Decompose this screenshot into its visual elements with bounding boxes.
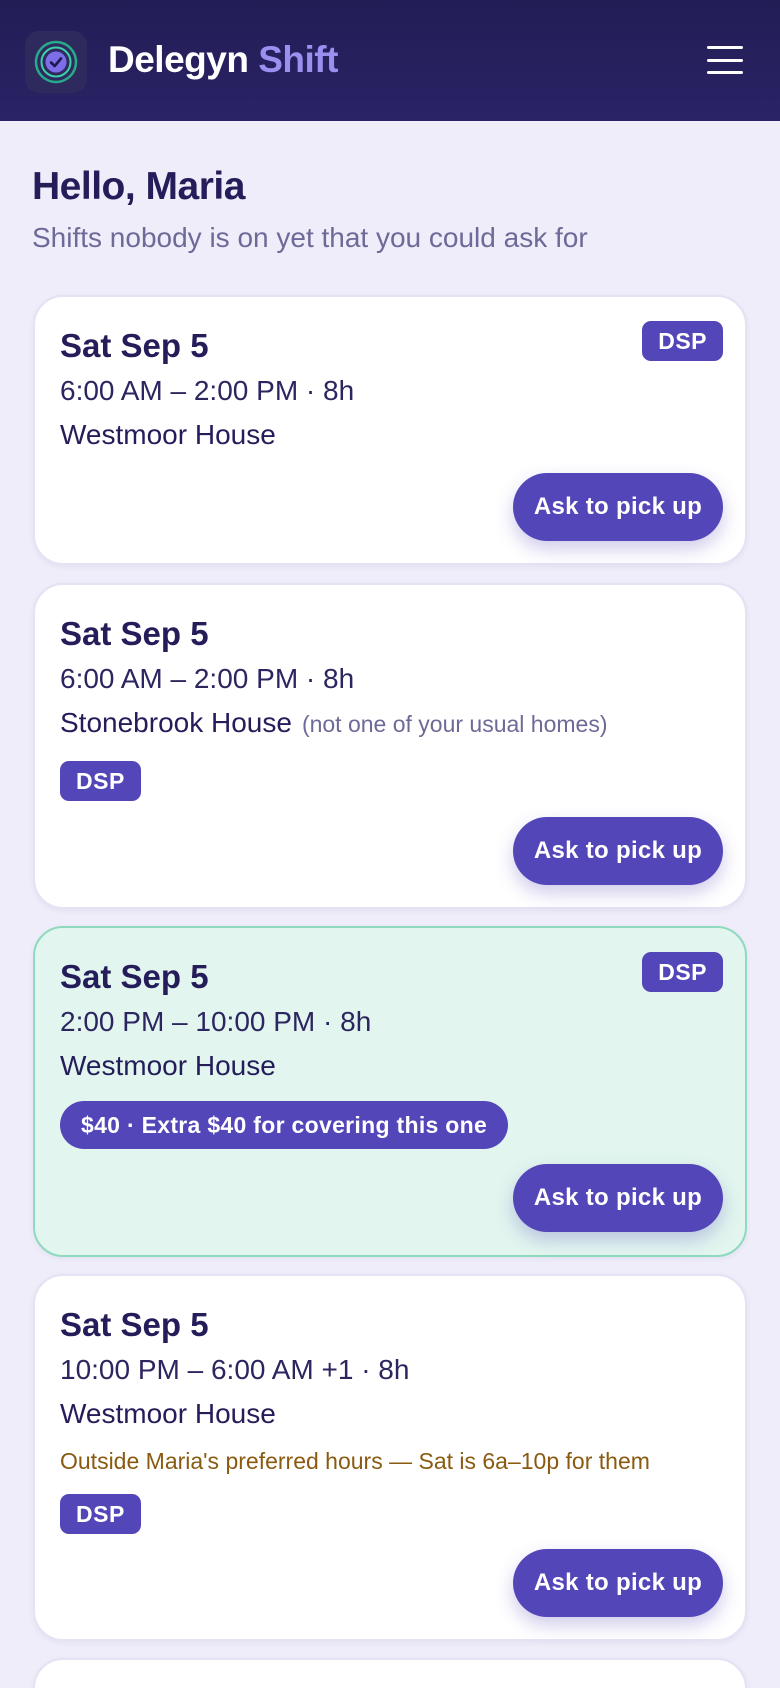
shift-date: Sat Sep 5 — [60, 958, 209, 995]
role-badge: DSP — [60, 1494, 141, 1534]
hamburger-menu-icon[interactable] — [700, 42, 750, 78]
shift-date: Sat Sep 5 — [60, 327, 209, 364]
shift-location: Westmoor House — [60, 1050, 276, 1082]
app-logo — [25, 31, 87, 93]
ask-to-pick-up-button[interactable]: Ask to pick up — [513, 1164, 723, 1232]
ask-to-pick-up-button[interactable]: Ask to pick up — [513, 473, 723, 541]
shift-time: 6:00 AM – 2:00 PM · 8h — [60, 375, 355, 406]
role-badge: DSP — [60, 761, 141, 801]
app-header: Delegyn Shift — [0, 0, 780, 121]
ask-to-pick-up-button[interactable]: Ask to pick up — [513, 817, 723, 885]
shift-card-bonus: Sat Sep 5 DSP 2:00 PM – 10:00 PM · 8h We… — [33, 926, 747, 1257]
shift-date: Sat Sep 5 — [60, 615, 209, 652]
shift-card-partial — [33, 1658, 747, 1688]
shift-time: 6:00 AM – 2:00 PM · 8h — [60, 663, 355, 694]
ask-to-pick-up-button[interactable]: Ask to pick up — [513, 1549, 723, 1617]
shift-location: Westmoor House — [60, 1398, 276, 1430]
role-badge: DSP — [642, 321, 723, 361]
shift-card: Sat Sep 5 10:00 PM – 6:00 AM +1 · 8h Wes… — [33, 1274, 747, 1641]
location-name: Stonebrook House — [60, 707, 292, 738]
page-subtitle: Shifts nobody is on yet that you could a… — [32, 222, 588, 253]
bonus-badge: $40 · Extra $40 for covering this one — [60, 1101, 509, 1149]
shift-location: Stonebrook House (not one of your usual h… — [60, 707, 608, 739]
page-title: Hello, Maria — [32, 165, 245, 208]
brand-name: Delegyn Shift — [108, 36, 338, 84]
location-name: Westmoor House — [60, 1398, 276, 1429]
preferred-hours-warning: Outside Maria's preferred hours — Sat is… — [60, 1448, 650, 1474]
shift-time: 2:00 PM – 10:00 PM · 8h — [60, 1006, 372, 1037]
location-name: Westmoor House — [60, 1050, 276, 1081]
brand-accent: Shift — [258, 39, 338, 80]
location-note: (not one of your usual homes) — [301, 711, 608, 737]
shift-card: Sat Sep 5 6:00 AM – 2:00 PM · 8h Stonebr… — [33, 583, 747, 909]
shift-card: Sat Sep 5 DSP 6:00 AM – 2:00 PM · 8h Wes… — [33, 295, 747, 565]
brand-main: Delegyn — [108, 39, 249, 80]
check-circle-icon — [34, 40, 78, 84]
location-name: Westmoor House — [60, 419, 276, 450]
shift-time: 10:00 PM – 6:00 AM +1 · 8h — [60, 1354, 410, 1385]
role-badge: DSP — [642, 952, 723, 992]
shift-date: Sat Sep 5 — [60, 1306, 209, 1343]
shift-location: Westmoor House — [60, 419, 276, 451]
